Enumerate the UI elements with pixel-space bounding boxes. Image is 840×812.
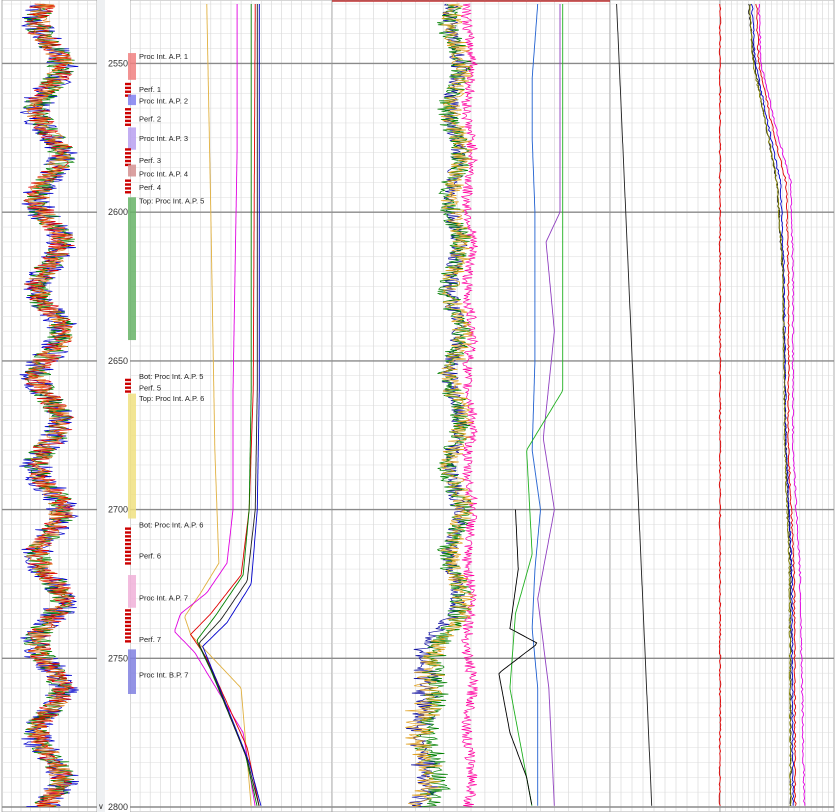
interval-label: Perf. 6 [139,552,161,561]
interval-bar [128,197,136,341]
perforation-mark [125,640,131,643]
perforation-mark [125,82,131,86]
perforation-mark [125,390,131,393]
interval-bar [128,649,136,694]
interval-label: Proc Int. A.P. 1 [139,52,188,61]
perforation-mark [125,382,131,385]
interval-label: Proc Int. A.P. 2 [139,97,188,106]
perforation-mark [125,554,131,557]
depth-tick-label: 2600 [108,207,128,217]
perforation-mark [125,159,131,163]
perforation-mark [125,539,131,542]
interval-label: Proc Int. A.P. 3 [139,134,188,143]
interval-label: Proc Int. B.P. 7 [139,671,188,680]
perforation-mark [125,636,131,639]
perforation-mark [125,550,131,554]
interval-bar [128,127,136,150]
perforation-mark [125,531,131,534]
depth-tick-label: 2550 [108,58,128,68]
interval-label: Perf. 7 [139,635,161,644]
perforation-mark [125,108,131,111]
perforation-mark [125,613,131,616]
perforation-mark [125,542,131,546]
perforation-mark [125,152,131,155]
scrollbar-track[interactable] [97,0,105,812]
perforation-mark [125,378,131,382]
perforation-mark [125,179,131,182]
interval-label: Bot: Proc Int. A.P. 5 [139,372,203,381]
perforation-mark [125,527,131,530]
perforation-mark [125,115,131,119]
depth-tick-label: 2750 [108,653,128,663]
perforation-mark [125,546,131,550]
perforation-mark [125,187,131,190]
perforation-mark [125,123,131,126]
perforation-mark [125,86,131,90]
depth-tick-label: 2700 [108,505,128,515]
perforation-mark [125,558,131,561]
perforation-mark [125,616,131,620]
interval-label: Top: Proc Int. A.P. 6 [139,394,204,403]
interval-bar [128,53,136,80]
perforation-mark [125,632,131,635]
perforation-mark [125,624,131,628]
interval-label: Perf. 3 [139,156,161,165]
interval-label: Perf. 4 [139,183,161,192]
perforation-mark [125,119,131,123]
scroll-area[interactable]: ∨ [97,0,105,812]
perforation-mark [125,90,131,93]
perforation-mark [125,609,131,612]
perforation-mark [125,191,131,194]
perforation-mark [125,386,131,389]
interval-bar [128,575,136,608]
interval-label: Proc Int. A.P. 7 [139,593,188,602]
interval-label: Bot: Proc Int. A.P. 6 [139,520,203,529]
perforation-mark [125,535,131,538]
interval-label: Perf. 2 [139,115,161,124]
perforation-mark [125,155,131,159]
perforation-mark [125,628,131,631]
perforation-mark [125,562,131,565]
interval-bar [128,94,136,106]
interval-label: Perf. 1 [139,85,161,94]
perforation-mark [125,620,131,624]
perforation-mark [125,183,131,186]
depth-tick-label: 2800 [108,802,128,812]
depth-tick-label: 2650 [108,356,128,366]
interval-bar [128,164,136,177]
perforation-mark [125,148,131,151]
well-log-chart: Proc Int. A.P. 1 Perf. 1 Proc Int. A.P. 2 P… [1,0,835,812]
scroll-down-arrow-icon[interactable]: ∨ [98,802,104,811]
interval-label: Proc Int. A.P. 4 [139,170,188,179]
interval-bar [128,393,136,519]
interval-label: Perf. 5 [139,384,161,393]
perforation-mark [125,111,131,115]
interval-label: Top: Proc Int. A.P. 5 [139,196,204,205]
